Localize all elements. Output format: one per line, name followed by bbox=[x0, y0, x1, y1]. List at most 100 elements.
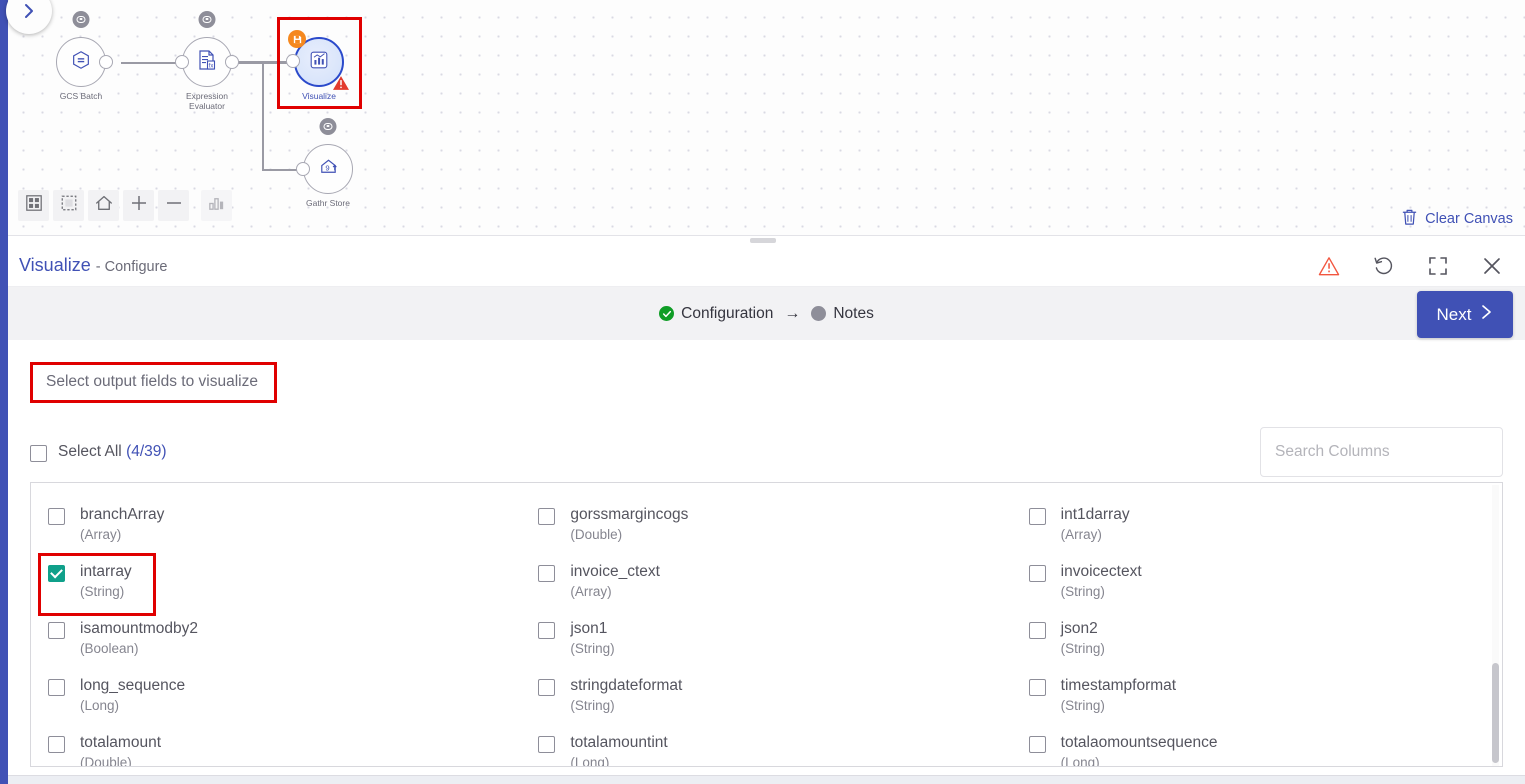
field-item[interactable]: branchArray(Array) bbox=[31, 499, 521, 556]
field-type: (String) bbox=[1061, 582, 1142, 601]
select-all-checkbox[interactable]: Select All (4/39) bbox=[30, 442, 167, 462]
field-item[interactable]: json1(String) bbox=[521, 613, 1011, 670]
home-button[interactable] bbox=[88, 190, 119, 221]
node-output-port[interactable] bbox=[99, 55, 113, 69]
field-item[interactable]: invoicectext(String) bbox=[1012, 556, 1502, 613]
gathr-store-icon: 9 bbox=[317, 155, 340, 183]
undo-icon[interactable] bbox=[1372, 254, 1395, 277]
field-item[interactable]: totalamount(Double) bbox=[31, 727, 521, 767]
select-all-checkbox-box[interactable] bbox=[30, 445, 47, 462]
metrics-button[interactable] bbox=[201, 190, 232, 221]
field-checkbox[interactable] bbox=[538, 736, 555, 753]
node-output-port[interactable] bbox=[225, 55, 239, 69]
page-title: Visualize - Configure bbox=[19, 255, 167, 276]
field-checkbox[interactable] bbox=[1029, 622, 1046, 639]
canvas-node-label: Expression Evaluator bbox=[167, 91, 247, 111]
field-item[interactable]: timestampformat(String) bbox=[1012, 670, 1502, 727]
check-circle-icon bbox=[659, 306, 674, 321]
eye-icon[interactable] bbox=[320, 118, 337, 135]
fields-controls-row: Select All (4/39) bbox=[30, 428, 1503, 476]
field-item[interactable]: intarray(String) bbox=[41, 556, 153, 613]
field-checkbox[interactable] bbox=[1029, 679, 1046, 696]
field-item[interactable]: gorssmargincogs(Double) bbox=[521, 499, 1011, 556]
fields-scrollbar-thumb[interactable] bbox=[1492, 663, 1499, 763]
panel-title-suffix: - Configure bbox=[96, 259, 168, 275]
field-item[interactable]: totalaomountsequence(Long) bbox=[1012, 727, 1502, 767]
link-branch-vertical bbox=[262, 62, 264, 170]
grid-view-button[interactable] bbox=[18, 190, 49, 221]
clear-canvas-button[interactable]: Clear Canvas bbox=[1401, 208, 1513, 230]
zoom-out-button[interactable] bbox=[158, 190, 189, 221]
canvas-node-visualize[interactable]: Visualize bbox=[294, 37, 344, 87]
canvas-node-label: Gathr Store bbox=[306, 198, 350, 208]
field-checkbox[interactable] bbox=[1029, 736, 1046, 753]
field-name: int1darray bbox=[1061, 505, 1130, 524]
zoom-in-button[interactable] bbox=[123, 190, 154, 221]
panel-resize-handle[interactable] bbox=[0, 236, 1525, 245]
field-checkbox[interactable] bbox=[538, 565, 555, 582]
field-item[interactable]: stringdateformat(String) bbox=[521, 670, 1011, 727]
panel-body: Select output fields to visualize Select… bbox=[8, 340, 1525, 767]
warning-badge-icon bbox=[332, 75, 350, 91]
canvas-node-label: Visualize bbox=[302, 91, 336, 101]
node-input-port[interactable] bbox=[286, 54, 300, 68]
field-checkbox[interactable] bbox=[48, 679, 65, 696]
field-type: (Double) bbox=[570, 525, 688, 544]
field-checkbox[interactable] bbox=[48, 508, 65, 525]
next-button[interactable]: Next bbox=[1417, 291, 1513, 338]
node-input-port[interactable] bbox=[175, 55, 189, 69]
expand-icon[interactable] bbox=[1427, 255, 1449, 277]
canvas-node-label: GCS Batch bbox=[60, 91, 103, 101]
field-item[interactable]: totalamountint(Long) bbox=[521, 727, 1011, 767]
field-type: (String) bbox=[1061, 639, 1105, 658]
field-type: (Array) bbox=[570, 582, 660, 601]
field-name: totalamountint bbox=[570, 733, 667, 752]
field-item[interactable]: json2(String) bbox=[1012, 613, 1502, 670]
window-bottom-strip bbox=[0, 775, 1525, 784]
step-arrow-icon: → bbox=[782, 305, 802, 323]
field-checkbox[interactable] bbox=[538, 622, 555, 639]
step-configuration[interactable]: Configuration bbox=[659, 305, 773, 323]
field-checkbox[interactable] bbox=[48, 565, 65, 582]
eye-icon[interactable] bbox=[199, 11, 216, 28]
node-input-port[interactable] bbox=[296, 162, 310, 176]
pipeline-canvas[interactable]: GCS Batch fx Expression Evaluator bbox=[8, 0, 1525, 236]
field-item[interactable]: isamountmodby2(Boolean) bbox=[31, 613, 521, 670]
field-name: invoicectext bbox=[1061, 562, 1142, 581]
fields-scrollbar[interactable] bbox=[1492, 485, 1499, 766]
plus-icon bbox=[129, 193, 149, 218]
search-input[interactable] bbox=[1260, 427, 1503, 477]
canvas-node-expression-evaluator[interactable]: fx Expression Evaluator bbox=[182, 37, 232, 87]
marquee-select-button[interactable] bbox=[53, 190, 84, 221]
step-notes[interactable]: Notes bbox=[811, 305, 874, 323]
field-checkbox[interactable] bbox=[48, 736, 65, 753]
field-name: totalamount bbox=[80, 733, 161, 752]
section-title-highlight: Select output fields to visualize bbox=[30, 362, 277, 403]
field-name: invoice_ctext bbox=[570, 562, 660, 581]
field-item[interactable]: int1darray(Array) bbox=[1012, 499, 1502, 556]
field-checkbox[interactable] bbox=[1029, 565, 1046, 582]
section-title: Select output fields to visualize bbox=[46, 373, 258, 390]
field-name: timestampformat bbox=[1061, 676, 1176, 695]
select-all-label: Select All (4/39) bbox=[58, 443, 167, 461]
close-icon[interactable] bbox=[1481, 255, 1503, 277]
warning-triangle-icon[interactable] bbox=[1318, 256, 1340, 276]
canvas-node-gcs-batch[interactable]: GCS Batch bbox=[56, 37, 106, 87]
field-type: (Long) bbox=[570, 753, 667, 767]
field-name: json1 bbox=[570, 619, 614, 638]
canvas-node-gathr-store[interactable]: 9 Gathr Store bbox=[303, 144, 353, 194]
field-name: gorssmargincogs bbox=[570, 505, 688, 524]
field-item[interactable]: invoice_ctext(Array) bbox=[521, 556, 1011, 613]
field-checkbox[interactable] bbox=[538, 508, 555, 525]
field-checkbox[interactable] bbox=[48, 622, 65, 639]
database-icon bbox=[70, 49, 92, 76]
field-item[interactable]: long_sequence(Long) bbox=[31, 670, 521, 727]
marquee-select-icon bbox=[60, 194, 78, 217]
wizard-stepper: Configuration → Notes bbox=[659, 305, 874, 323]
panel-header-actions bbox=[1318, 254, 1503, 277]
field-checkbox[interactable] bbox=[1029, 508, 1046, 525]
save-badge-icon bbox=[288, 30, 306, 48]
field-checkbox[interactable] bbox=[538, 679, 555, 696]
bar-chart-icon bbox=[207, 194, 226, 218]
eye-icon[interactable] bbox=[73, 11, 90, 28]
